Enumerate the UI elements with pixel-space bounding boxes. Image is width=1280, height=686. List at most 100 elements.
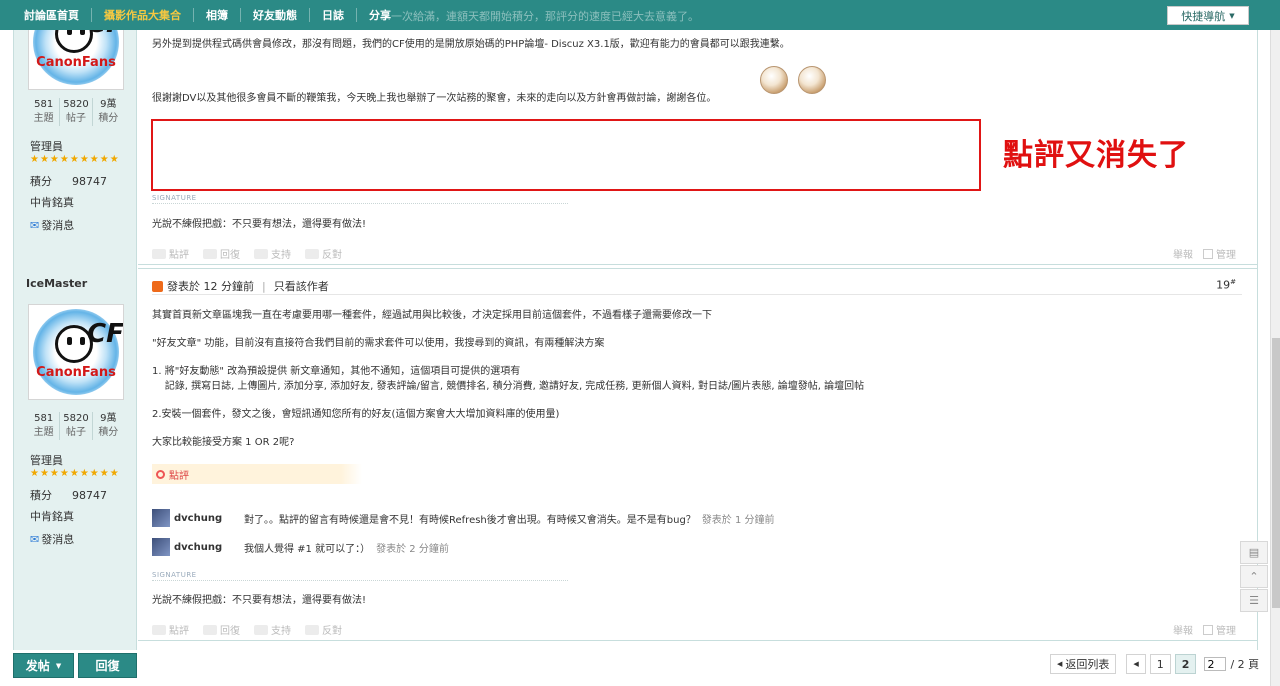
author-sidebar: CF CanonFans 581主題 5820帖子 9萬積分 管理員 ★★★★★… (13, 0, 137, 650)
stat-topics[interactable]: 581 主題 (28, 412, 61, 440)
author-rank[interactable]: 管理員 (30, 452, 63, 468)
reply-button[interactable]: 回復 (203, 246, 240, 261)
list-icon[interactable]: ☰ (1240, 589, 1268, 612)
chevron-down-icon: ▼ (55, 661, 62, 670)
author-online-icon (152, 280, 163, 292)
send-message-link[interactable]: ✉ 發消息 (30, 217, 74, 233)
scrollbar-thumb[interactable] (1272, 338, 1280, 608)
only-author-link[interactable]: 只看該作者 (274, 278, 329, 294)
report-link[interactable]: 舉報 (1173, 246, 1193, 261)
arrow-left-icon: ◀ (1057, 660, 1063, 668)
comment-time: 發表於 1 分鐘前 (701, 514, 775, 526)
author-credit: 積分 98747 (30, 489, 107, 502)
author-credit: 積分 98747 (30, 175, 107, 188)
thumb-up-icon (254, 624, 268, 635)
back-to-top-icon[interactable]: ⌃ (1240, 565, 1268, 588)
avatar[interactable]: CF CanonFans (28, 304, 124, 400)
bottom-bar: 发帖▼ 回復 ◀返回列表 ◀ 1 2 / 2 頁 (0, 650, 1270, 686)
post-time: 發表於 12 分鐘前 (167, 280, 254, 293)
stat-posts[interactable]: 5820 帖子 (60, 412, 93, 440)
post-actions: 點評 回復 支持 反對 (152, 622, 342, 637)
stat-topics[interactable]: 581 主題 (28, 98, 61, 126)
commenter-name[interactable]: dvchung (174, 542, 244, 553)
page-jump: / 2 頁 (1200, 654, 1260, 674)
nav-share[interactable]: 分享 (357, 7, 403, 23)
missing-comment-highlight (151, 119, 981, 191)
support-button[interactable]: 支持 (254, 246, 291, 261)
page-link-1[interactable]: 1 (1149, 654, 1171, 674)
post-text-line: 另外提到提供程式碼供會員修改，那沒有問題，我們的CF使用的是開放原始碼的PHP論… (152, 39, 790, 50)
post-text-line: 記錄, 撰寫日誌, 上傳圖片, 添加分享, 添加好友, 發表評論/留言, 競價排… (152, 381, 865, 392)
page-number-input[interactable] (1204, 657, 1227, 671)
oppose-button[interactable]: 反對 (305, 246, 342, 261)
post-text-line: 2.安裝一個套件，發文之後，會短訊通知您所有的好友(這個方案會大大增加資料庫的使… (152, 409, 560, 420)
back-to-list-button[interactable]: ◀ 返回列表 (1050, 654, 1117, 674)
comment-text: 我個人覺得 #1 就可以了：） (244, 543, 371, 555)
reply-button[interactable]: 回復 (78, 653, 137, 678)
quick-reply-icon[interactable]: ▤ (1240, 541, 1268, 564)
author-stats: 581 主題 5820 帖子 9萬 積分 (28, 98, 124, 126)
envelope-icon: ✉ (30, 533, 40, 546)
post-text-line: 其實首頁新文章區塊我一直在考慮要用哪一種套件，經過試用與比較後，才決定採用目前這… (152, 310, 712, 321)
commenter-name[interactable]: dvchung (174, 513, 244, 524)
reply-button[interactable]: 回復 (203, 622, 240, 637)
emoticon-icon (798, 66, 826, 94)
rate-button[interactable]: 點評 (152, 622, 189, 637)
signature-label: SIGNATURE (152, 571, 568, 581)
nav-albums[interactable]: 相簿 (194, 7, 240, 23)
manage-checkbox[interactable]: 管理 (1203, 246, 1236, 261)
page-link-2[interactable]: 2 (1174, 654, 1197, 674)
post-head-divider (152, 294, 1242, 295)
post-floor[interactable]: 19# (1216, 278, 1236, 292)
author-name[interactable]: IceMaster (26, 277, 87, 290)
stat-posts[interactable]: 5820 帖子 (60, 98, 93, 126)
nav-items: 討論區首頁 攝影作品大集合 相簿 好友動態 日誌 分享 (0, 0, 403, 30)
stat-credits[interactable]: 9萬 積分 (93, 98, 124, 126)
commenter-avatar[interactable] (152, 538, 170, 556)
rank-stars: ★★★★★★★★★ (30, 468, 120, 479)
thumb-down-icon (305, 248, 319, 259)
thumb-down-icon (305, 624, 319, 635)
new-post-button[interactable]: 发帖 ▼ (13, 653, 74, 678)
rating-comment: dvchung 對了。。點評的留言有時候還是會不見！有時候Refresh後才會出… (152, 509, 775, 527)
nav-forum-home[interactable]: 討論區首頁 (0, 7, 91, 23)
author-title: 中肯銘真 (30, 196, 74, 209)
rating-comment: dvchung 我個人覺得 #1 就可以了：） 發表於 2 分鐘前 (152, 538, 449, 556)
send-message-link[interactable]: ✉ 發消息 (30, 531, 74, 547)
report-link[interactable]: 舉報 (1173, 622, 1193, 637)
floating-tools: ▤ ⌃ ☰ (1240, 541, 1268, 613)
nav-friend-feed[interactable]: 好友動態 (241, 7, 309, 23)
rating-icon (156, 469, 165, 479)
post-content-area: 另外提到提供程式碼供會員修改，那沒有問題，我們的CF使用的是開放原始碼的PHP論… (138, 0, 1258, 650)
comment-icon (152, 248, 166, 259)
rate-button[interactable]: 點評 (152, 246, 189, 261)
top-navigation: …一次給滿，連額天都開始積分，那評分的速度已經大去意義了。 討論區首頁 攝影作品… (0, 0, 1280, 30)
quick-nav-dropdown[interactable]: 快捷導航 ▼ (1167, 6, 1249, 25)
prev-page-button[interactable]: ◀ (1126, 654, 1146, 674)
commenter-avatar[interactable] (152, 509, 170, 527)
comment-icon (152, 624, 166, 635)
post-text-line: 大家比較能接受方案 1 OR 2呢? (152, 437, 295, 448)
post-admin-actions: 舉報 管理 (1173, 246, 1236, 261)
reply-icon (203, 624, 217, 635)
author-title: 中肯銘真 (30, 510, 74, 523)
support-button[interactable]: 支持 (254, 622, 291, 637)
manage-checkbox[interactable]: 管理 (1203, 622, 1236, 637)
total-pages: / 2 頁 (1230, 658, 1260, 671)
reply-icon (203, 248, 217, 259)
author-rank[interactable]: 管理員 (30, 138, 63, 154)
thumb-up-icon (254, 248, 268, 259)
page-scrollbar[interactable] (1270, 0, 1280, 686)
rank-stars: ★★★★★★★★★ (30, 154, 120, 165)
comment-time: 發表於 2 分鐘前 (376, 543, 449, 555)
avatar-brand: CanonFans (36, 365, 116, 380)
nav-photo-gallery[interactable]: 攝影作品大集合 (92, 7, 193, 23)
post-divider (138, 264, 1258, 265)
nav-blog[interactable]: 日誌 (310, 7, 356, 23)
oppose-button[interactable]: 反對 (305, 622, 342, 637)
post-divider (138, 268, 1258, 269)
avatar-cf: CF (87, 319, 124, 349)
author-stats: 581 主題 5820 帖子 9萬 積分 (28, 412, 124, 440)
stat-credits[interactable]: 9萬 積分 (93, 412, 124, 440)
post-text-line: "好友文章" 功能，目前沒有直接符合我們目前的需求套件可以使用，我搜尋到的資訊，… (152, 338, 605, 349)
